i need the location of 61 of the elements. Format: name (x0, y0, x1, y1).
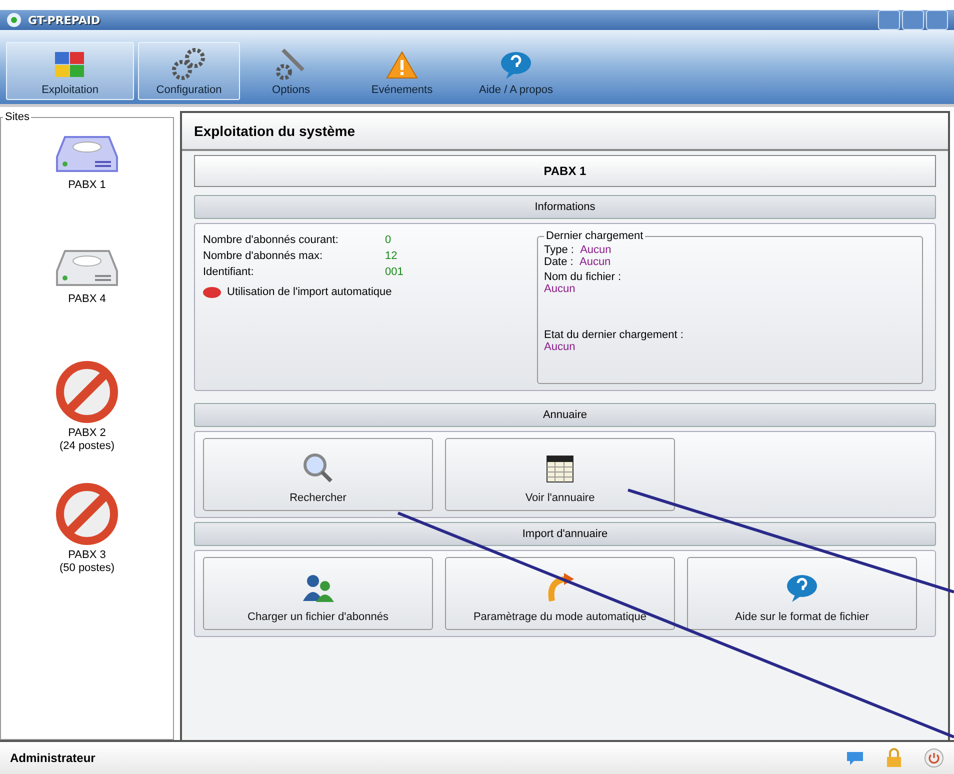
drive-icon (55, 247, 119, 289)
toolbar-tab[interactable]: Exploitation (6, 42, 134, 100)
info-value: 12 (385, 250, 398, 262)
toolbar-tab[interactable]: Aide / A propos (466, 42, 566, 100)
power-icon[interactable] (924, 748, 944, 768)
minimize-button[interactable] (878, 10, 900, 30)
type-label: Type : (544, 244, 574, 256)
site-title: PABX 1 (194, 155, 936, 187)
user-name: Administrateur (10, 751, 96, 765)
site-item[interactable]: PABX 1 (22, 129, 152, 221)
site-item[interactable]: PABX 2 (24 postes) (22, 357, 152, 457)
close-button[interactable] (926, 10, 948, 30)
action-button[interactable]: Voir l'annuaire (445, 438, 675, 511)
action-button[interactable]: Rechercher (203, 438, 433, 511)
action-button[interactable]: Paramètrage du mode automatique (445, 557, 675, 630)
info-label: Nombre d'abonnés courant: (203, 234, 340, 246)
type-value: Aucun (580, 244, 612, 256)
file-label: Nom du fichier : (544, 271, 622, 283)
info-value: 0 (385, 234, 392, 246)
prohibited-icon (56, 483, 118, 545)
date-value: Aucun (579, 256, 611, 268)
state-label: Etat du dernier chargement : (544, 329, 684, 341)
site-name: PABX 2 (24 postes) (59, 427, 115, 453)
site-item[interactable]: PABX 3 (50 postes) (22, 479, 152, 579)
page-title: Exploitation du système (182, 113, 948, 151)
file-value: Aucun (544, 283, 576, 295)
info-value: 001 (385, 266, 404, 278)
action-button[interactable]: Aide sur le format de fichier (687, 557, 917, 630)
site-name: PABX 3 (50 postes) (59, 549, 115, 575)
info-label: Identifiant: (203, 266, 255, 278)
date-label: Date : (544, 256, 574, 268)
warning-icon (385, 50, 419, 80)
magnifier-icon (302, 452, 334, 484)
drive-icon (55, 133, 119, 175)
group-title: Dernier chargement (545, 230, 644, 242)
toolbar-tab[interactable]: Evénements (342, 42, 462, 100)
state-value: Aucun (544, 341, 576, 353)
gears-icon (171, 48, 207, 80)
info-label: Nombre d'abonnés max: (203, 250, 324, 262)
maximize-button[interactable] (902, 10, 924, 30)
toolbar-tab[interactable]: Configuration (138, 42, 240, 100)
section-header: Informations (194, 195, 936, 219)
auto-import-label: Utilisation de l'import automatique (227, 286, 392, 298)
toolbar-tab[interactable]: Options (244, 42, 338, 100)
panel-title: Sites (4, 111, 30, 123)
chat-bubble-icon[interactable] (846, 750, 864, 766)
site-name: PABX 1 (68, 179, 106, 192)
help-bubble-icon (499, 50, 533, 80)
action-button[interactable]: Charger un fichier d'abonnés (203, 557, 433, 630)
puzzle-icon (53, 50, 87, 80)
site-name: PABX 4 (68, 293, 106, 306)
section-header: Import d'annuaire (194, 522, 936, 546)
site-item[interactable]: PABX 4 (22, 243, 152, 335)
app-logo-icon (6, 12, 22, 28)
users-icon (300, 573, 336, 603)
help-bubble-icon (785, 573, 819, 603)
prohibited-icon (56, 361, 118, 423)
section-header: Annuaire (194, 403, 936, 427)
table-icon (545, 454, 575, 484)
padlock-icon[interactable] (886, 748, 902, 768)
window-title: GT-PREPAID (28, 14, 100, 26)
